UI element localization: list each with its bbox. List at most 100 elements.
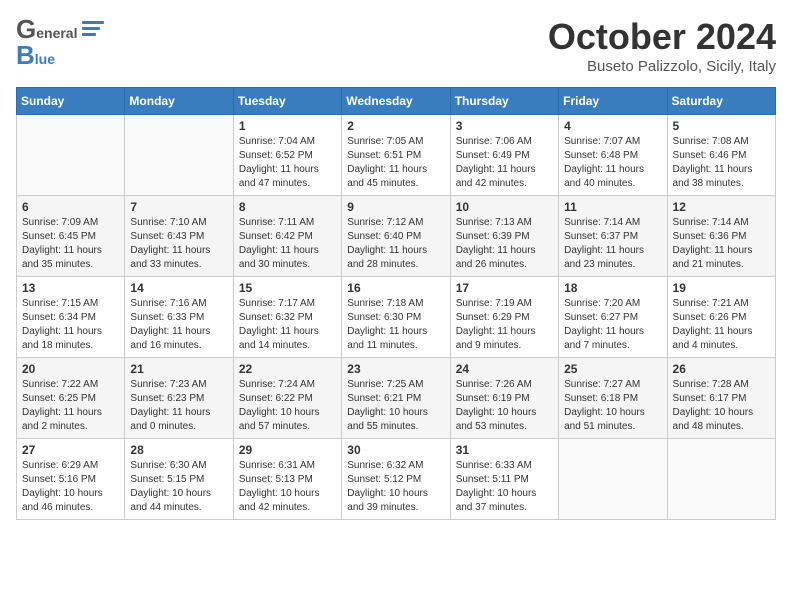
day-info: Sunrise: 7:05 AMSunset: 6:51 PMDaylight:… [347,135,444,191]
day-number: 16 [347,281,444,295]
day-info: Sunrise: 7:12 AMSunset: 6:40 PMDaylight:… [347,216,444,272]
day-number: 5 [673,119,770,133]
day-info: Sunrise: 7:22 AMSunset: 6:25 PMDaylight:… [22,378,119,434]
calendar-cell: 2 Sunrise: 7:05 AMSunset: 6:51 PMDaylight… [342,115,450,196]
day-number: 17 [456,281,553,295]
day-number: 14 [130,281,227,295]
day-info: Sunrise: 7:09 AMSunset: 6:45 PMDaylight:… [22,216,119,272]
calendar-cell: 31 Sunrise: 6:33 AMSunset: 5:11 PMDayligh… [450,439,558,520]
month-title: October 2024 [548,16,776,58]
day-number: 11 [564,200,661,214]
day-number: 23 [347,362,444,376]
calendar-cell: 29 Sunrise: 6:31 AMSunset: 5:13 PMDayligh… [233,439,341,520]
logo-lue-text: lue [35,52,55,66]
day-info: Sunrise: 7:07 AMSunset: 6:48 PMDaylight:… [564,135,661,191]
day-number: 25 [564,362,661,376]
day-number: 1 [239,119,336,133]
calendar-cell: 8 Sunrise: 7:11 AMSunset: 6:42 PMDaylight… [233,196,341,277]
calendar-cell: 25Sunrise: 7:27 AMSunset: 6:18 PMDayligh… [559,358,667,439]
day-info: Sunrise: 6:29 AMSunset: 5:16 PMDaylight:… [22,459,119,515]
calendar-cell: 9 Sunrise: 7:12 AMSunset: 6:40 PMDaylight… [342,196,450,277]
calendar-cell: 14 Sunrise: 7:16 AMSunset: 6:33 PMDayligh… [125,277,233,358]
calendar-cell: 11 Sunrise: 7:14 AMSunset: 6:37 PMDayligh… [559,196,667,277]
logo-b-letter: B [16,42,35,68]
day-number: 3 [456,119,553,133]
calendar-cell [559,439,667,520]
calendar-cell: 6 Sunrise: 7:09 AMSunset: 6:45 PMDaylight… [17,196,125,277]
day-info: Sunrise: 6:32 AMSunset: 5:12 PMDaylight:… [347,459,444,515]
day-number: 20 [22,362,119,376]
day-number: 8 [239,200,336,214]
day-info: Sunrise: 7:11 AMSunset: 6:42 PMDaylight:… [239,216,336,272]
day-number: 4 [564,119,661,133]
calendar-cell: 10 Sunrise: 7:13 AMSunset: 6:39 PMDayligh… [450,196,558,277]
day-info: Sunrise: 7:20 AMSunset: 6:27 PMDaylight:… [564,297,661,353]
day-info: Sunrise: 7:23 AMSunset: 6:23 PMDaylight:… [130,378,227,434]
logo-g-letter: G [16,16,36,42]
calendar-cell: 28 Sunrise: 6:30 AMSunset: 5:15 PMDayligh… [125,439,233,520]
day-number: 24 [456,362,553,376]
day-number: 10 [456,200,553,214]
calendar-cell: 13 Sunrise: 7:15 AMSunset: 6:34 PMDayligh… [17,277,125,358]
calendar-cell: 16 Sunrise: 7:18 AMSunset: 6:30 PMDayligh… [342,277,450,358]
location-subtitle: Buseto Palizzolo, Sicily, Italy [548,58,776,75]
day-number: 21 [130,362,227,376]
title-block: October 2024 Buseto Palizzolo, Sicily, I… [548,16,776,75]
calendar-cell: 22 Sunrise: 7:24 AMSunset: 6:22 PMDayligh… [233,358,341,439]
day-number: 15 [239,281,336,295]
calendar-cell: 4 Sunrise: 7:07 AMSunset: 6:48 PMDaylight… [559,115,667,196]
day-number: 22 [239,362,336,376]
calendar-cell: 5 Sunrise: 7:08 AMSunset: 6:46 PMDaylight… [667,115,775,196]
day-number: 26 [673,362,770,376]
calendar-cell: 1Sunrise: 7:04 AMSunset: 6:52 PMDaylight… [233,115,341,196]
day-info: Sunrise: 7:08 AMSunset: 6:46 PMDaylight:… [673,135,770,191]
day-info: Sunrise: 7:14 AMSunset: 6:37 PMDaylight:… [564,216,661,272]
day-number: 29 [239,443,336,457]
col-friday: Friday [559,88,667,115]
day-number: 27 [22,443,119,457]
calendar-cell [17,115,125,196]
day-number: 18 [564,281,661,295]
day-info: Sunrise: 6:31 AMSunset: 5:13 PMDaylight:… [239,459,336,515]
page-header: G eneral B lue October 2024 Buseto Paliz… [16,16,776,75]
day-info: Sunrise: 7:16 AMSunset: 6:33 PMDaylight:… [130,297,227,353]
day-info: Sunrise: 7:10 AMSunset: 6:43 PMDaylight:… [130,216,227,272]
calendar-cell: 3Sunrise: 7:06 AMSunset: 6:49 PMDaylight… [450,115,558,196]
col-sunday: Sunday [17,88,125,115]
day-info: Sunrise: 7:26 AMSunset: 6:19 PMDaylight:… [456,378,553,434]
col-wednesday: Wednesday [342,88,450,115]
day-info: Sunrise: 7:15 AMSunset: 6:34 PMDaylight:… [22,297,119,353]
calendar-cell: 21 Sunrise: 7:23 AMSunset: 6:23 PMDayligh… [125,358,233,439]
day-info: Sunrise: 7:25 AMSunset: 6:21 PMDaylight:… [347,378,444,434]
logo-stripe-3 [82,33,96,36]
day-number: 13 [22,281,119,295]
day-number: 6 [22,200,119,214]
col-monday: Monday [125,88,233,115]
calendar-cell: 20 Sunrise: 7:22 AMSunset: 6:25 PMDayligh… [17,358,125,439]
day-info: Sunrise: 7:13 AMSunset: 6:39 PMDaylight:… [456,216,553,272]
day-number: 9 [347,200,444,214]
day-info: Sunrise: 6:30 AMSunset: 5:15 PMDaylight:… [130,459,227,515]
day-number: 19 [673,281,770,295]
logo-eneral-text: eneral [36,26,77,40]
day-info: Sunrise: 7:17 AMSunset: 6:32 PMDaylight:… [239,297,336,353]
day-info: Sunrise: 7:18 AMSunset: 6:30 PMDaylight:… [347,297,444,353]
day-info: Sunrise: 6:33 AMSunset: 5:11 PMDaylight:… [456,459,553,515]
logo-stripe-1 [82,21,104,24]
day-number: 31 [456,443,553,457]
header-row: Sunday Monday Tuesday Wednesday Thursday… [17,88,776,115]
logo-stripe-2 [82,27,100,30]
col-tuesday: Tuesday [233,88,341,115]
calendar-week-4: 20 Sunrise: 7:22 AMSunset: 6:25 PMDayligh… [17,358,776,439]
day-number: 12 [673,200,770,214]
calendar-cell: 23 Sunrise: 7:25 AMSunset: 6:21 PMDayligh… [342,358,450,439]
day-number: 30 [347,443,444,457]
calendar-cell [125,115,233,196]
day-number: 2 [347,119,444,133]
calendar-week-5: 27 Sunrise: 6:29 AMSunset: 5:16 PMDayligh… [17,439,776,520]
calendar-cell: 12Sunrise: 7:14 AMSunset: 6:36 PMDayligh… [667,196,775,277]
calendar-cell: 7Sunrise: 7:10 AMSunset: 6:43 PMDaylight… [125,196,233,277]
day-info: Sunrise: 7:19 AMSunset: 6:29 PMDaylight:… [456,297,553,353]
day-info: Sunrise: 7:24 AMSunset: 6:22 PMDaylight:… [239,378,336,434]
day-number: 28 [130,443,227,457]
